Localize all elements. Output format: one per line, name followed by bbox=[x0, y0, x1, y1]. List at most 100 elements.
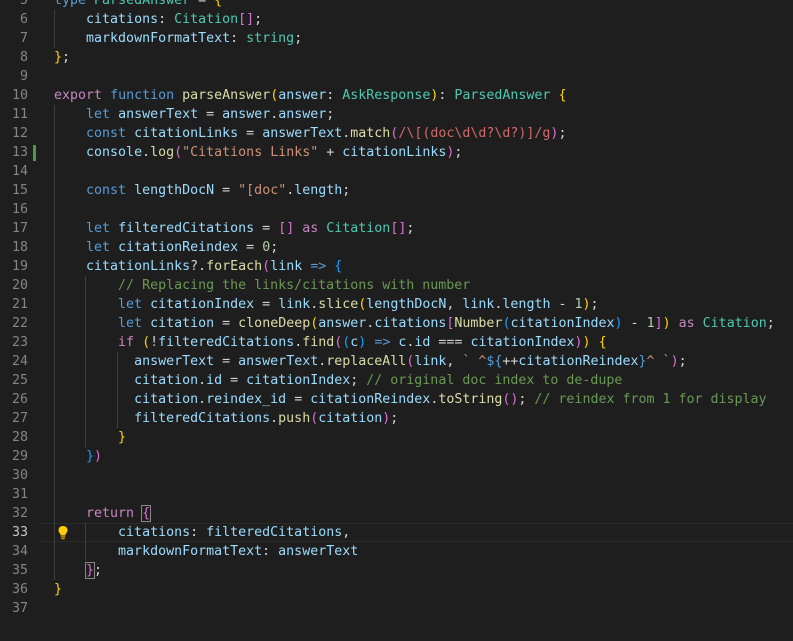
code-token: ; bbox=[766, 315, 775, 331]
code-editor[interactable]: 5 type ParsedAnswer = {6 citations: Citat… bbox=[0, 0, 793, 641]
line-number: 26 bbox=[11, 391, 28, 407]
code-token: ++ bbox=[502, 353, 519, 369]
code-line[interactable]: 30 bbox=[0, 466, 793, 485]
code-line[interactable]: 17 let filteredCitations = [] as Citatio… bbox=[0, 219, 793, 238]
code-token: = bbox=[222, 372, 247, 388]
code-token: ${ bbox=[486, 353, 503, 369]
code-token: citationIndex bbox=[470, 334, 575, 350]
code-token: let bbox=[86, 239, 111, 255]
code-token: citationLinks bbox=[86, 258, 191, 274]
code-text: const lengthDocN = "[doc".length; bbox=[54, 181, 350, 200]
line-number: 8 bbox=[19, 49, 28, 65]
code-token: ! bbox=[150, 334, 159, 350]
code-token: ; bbox=[342, 182, 351, 198]
code-token: ; bbox=[678, 353, 687, 369]
code-line[interactable]: 32 return { bbox=[0, 504, 793, 523]
code-token: answer bbox=[278, 87, 327, 103]
code-token: { bbox=[214, 0, 223, 8]
code-line[interactable]: 25 citation.id = citationIndex; // origi… bbox=[0, 371, 793, 390]
code-line[interactable]: 8}; bbox=[0, 48, 793, 67]
code-token: { bbox=[558, 87, 567, 103]
code-token: [] bbox=[390, 220, 407, 236]
code-token: let bbox=[118, 315, 143, 331]
code-token: length bbox=[294, 182, 343, 198]
code-token: } bbox=[86, 448, 95, 464]
line-number: 25 bbox=[11, 372, 28, 388]
code-token: + bbox=[318, 144, 343, 160]
code-token: ; bbox=[454, 144, 463, 160]
code-line[interactable]: 10 export function parseAnswer(answer: As… bbox=[0, 86, 793, 105]
code-token: , bbox=[446, 353, 463, 369]
code-token: citationIndex bbox=[246, 372, 351, 388]
code-token: = bbox=[254, 220, 279, 236]
code-token: /\[(doc\d\d?\d?)]/g bbox=[398, 125, 551, 141]
code-line[interactable]: 13 console.log("Citations Links" + citat… bbox=[0, 143, 793, 162]
code-line[interactable]: 20 // Replacing the links/citations with… bbox=[0, 276, 793, 295]
code-line[interactable]: 23 if (!filteredCitations.find((c) => c.… bbox=[0, 333, 793, 352]
code-token: : bbox=[230, 30, 247, 46]
code-token: Citation bbox=[702, 315, 767, 331]
code-token: length bbox=[502, 296, 551, 312]
code-token: . bbox=[198, 372, 207, 388]
code-token: citationReindex bbox=[518, 353, 639, 369]
code-token: // original doc index to de-dupe bbox=[366, 372, 623, 388]
code-token: - bbox=[622, 315, 647, 331]
code-token: = bbox=[238, 239, 263, 255]
code-line[interactable]: 33 citations: filteredCitations, bbox=[0, 523, 793, 542]
code-token: ; bbox=[590, 296, 599, 312]
code-token: ParsedAnswer bbox=[94, 0, 191, 8]
code-text: citation.reindex_id = citationReindex.to… bbox=[54, 390, 767, 409]
code-token: ; bbox=[94, 562, 103, 578]
code-token: : bbox=[438, 87, 455, 103]
code-token: { bbox=[141, 504, 152, 522]
code-line[interactable]: 7 markdownFormatText: string; bbox=[0, 29, 793, 48]
code-token: citationReindex bbox=[118, 239, 239, 255]
code-line[interactable]: 14 bbox=[0, 162, 793, 181]
code-token: ; bbox=[254, 11, 263, 27]
modified-line-marker bbox=[33, 144, 36, 161]
code-line[interactable]: 18 let citationReindex = 0; bbox=[0, 238, 793, 257]
code-token: answerText bbox=[262, 125, 343, 141]
code-line[interactable]: 35 }; bbox=[0, 561, 793, 580]
code-token: Citation bbox=[174, 11, 239, 27]
line-number: 18 bbox=[11, 239, 28, 255]
code-line[interactable]: 22 let citation = cloneDeep(answer.citat… bbox=[0, 314, 793, 333]
code-line[interactable]: 24 answerText = answerText.replaceAll(li… bbox=[0, 352, 793, 371]
code-line[interactable]: 37 bbox=[0, 599, 793, 618]
code-line[interactable]: 19 citationLinks?.forEach(link => { bbox=[0, 257, 793, 276]
code-line[interactable]: 15 const lengthDocN = "[doc".length; bbox=[0, 181, 793, 200]
code-line[interactable]: 31 bbox=[0, 485, 793, 504]
code-line[interactable]: 16 bbox=[0, 200, 793, 219]
code-line[interactable]: 9 bbox=[0, 67, 793, 86]
code-line[interactable]: 26 citation.reindex_id = citationReindex… bbox=[0, 390, 793, 409]
code-line[interactable]: 11 let answerText = answer.answer; bbox=[0, 105, 793, 124]
code-line[interactable]: 34 markdownFormatText: answerText bbox=[0, 542, 793, 561]
code-line[interactable]: 5 type ParsedAnswer = { bbox=[0, 0, 793, 10]
line-number: 6 bbox=[19, 11, 28, 27]
code-token: ( bbox=[174, 144, 183, 160]
code-token: ; bbox=[406, 220, 415, 236]
code-line[interactable]: 6 citations: Citation[]; bbox=[0, 10, 793, 29]
line-number: 9 bbox=[19, 68, 28, 84]
code-line[interactable]: 29 }) bbox=[0, 447, 793, 466]
line-number: 29 bbox=[11, 448, 28, 464]
line-number: 20 bbox=[11, 277, 28, 293]
code-line[interactable]: 27 filteredCitations.push(citation); bbox=[0, 409, 793, 428]
line-number: 23 bbox=[11, 334, 28, 350]
code-token: = bbox=[190, 0, 215, 8]
code-token: filteredCitations bbox=[118, 220, 255, 236]
code-line[interactable]: 12 const citationLinks = answerText.matc… bbox=[0, 124, 793, 143]
code-token: answer bbox=[278, 106, 327, 122]
code-token: "[doc" bbox=[238, 182, 287, 198]
code-line[interactable]: 36} bbox=[0, 580, 793, 599]
code-line[interactable]: 28 } bbox=[0, 428, 793, 447]
code-line[interactable]: 21 let citationIndex = link.slice(length… bbox=[0, 295, 793, 314]
code-token: // Replacing the links/citations with nu… bbox=[118, 277, 471, 293]
code-token: id bbox=[206, 372, 223, 388]
